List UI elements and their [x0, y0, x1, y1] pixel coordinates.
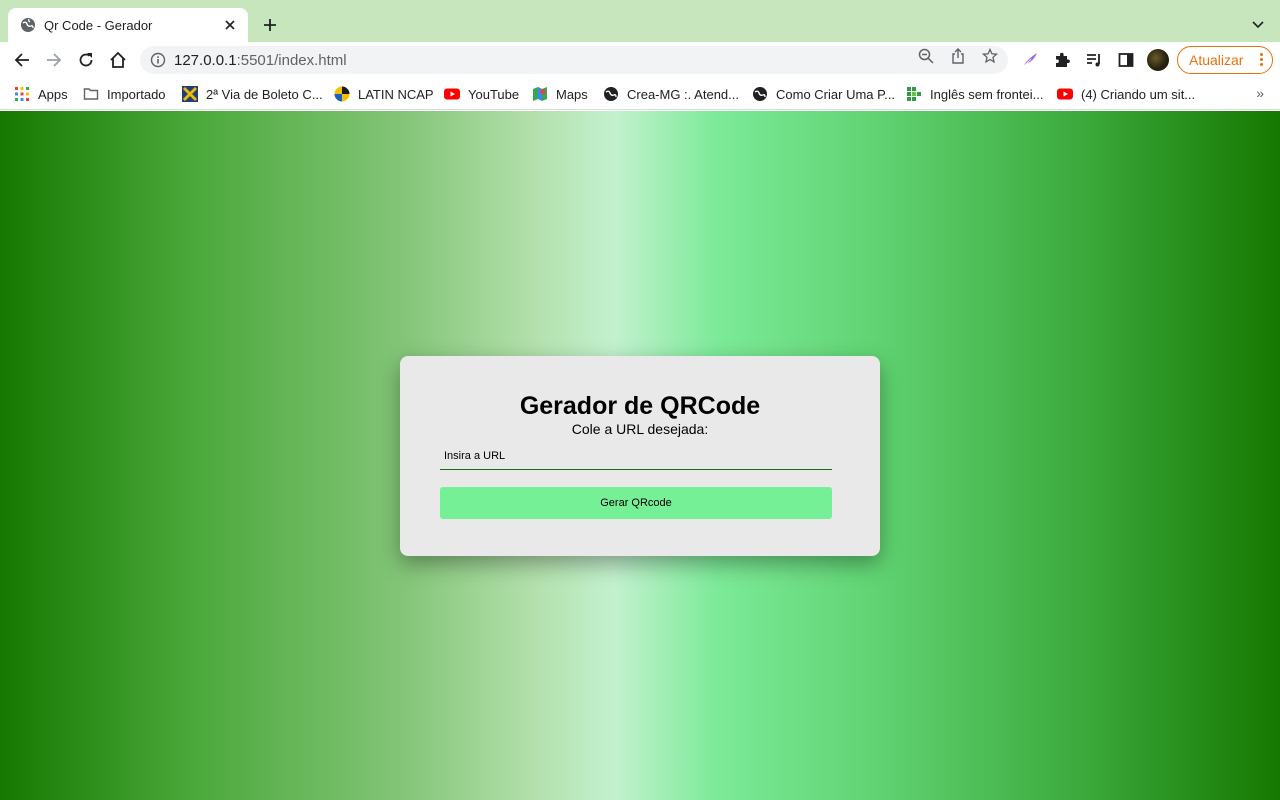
tab-title: Qr Code - Gerador: [44, 17, 153, 33]
new-tab-button[interactable]: [258, 13, 282, 37]
globe-icon: [20, 17, 36, 33]
bookmark-label: LATIN NCAP: [358, 86, 434, 102]
globe-icon: [752, 86, 768, 102]
youtube-icon: [444, 86, 460, 102]
ingles-icon: [906, 86, 922, 102]
reload-button[interactable]: [72, 46, 100, 74]
update-label: Atualizar: [1189, 52, 1244, 68]
media-queue-icon[interactable]: [1084, 50, 1104, 70]
bookmark-label: Importado: [107, 86, 166, 102]
bookmark-ingles[interactable]: Inglês sem frontei...: [906, 85, 1043, 103]
share-icon[interactable]: [950, 48, 966, 64]
bookmark-criando-site[interactable]: (4) Criando um sit...: [1057, 85, 1195, 103]
globe-icon: [603, 86, 619, 102]
close-icon[interactable]: [222, 17, 238, 33]
url-input[interactable]: [440, 443, 832, 470]
bookmark-como-criar[interactable]: Como Criar Uma P...: [752, 85, 895, 103]
bookmark-label: Maps: [556, 86, 588, 102]
zoom-icon[interactable]: [918, 48, 934, 64]
address-bar[interactable]: 127.0.0.1:5501/index.html: [140, 46, 1008, 74]
boleto-icon: [182, 86, 198, 102]
page-subtitle: Cole a URL desejada:: [571, 421, 709, 437]
browser-toolbar: 127.0.0.1:5501/index.html Atualizar: [0, 42, 1280, 78]
bookmark-latin-ncap[interactable]: LATIN NCAP: [334, 85, 434, 103]
info-icon[interactable]: [150, 52, 166, 68]
home-button[interactable]: [104, 46, 132, 74]
bookmark-label: 2ª Via de Boleto C...: [206, 86, 323, 102]
bookmark-label: (4) Criando um sit...: [1081, 86, 1196, 102]
chevron-double-right-icon[interactable]: »: [1256, 85, 1264, 101]
bookmark-crea-mg[interactable]: Crea-MG :. Atend...: [603, 85, 739, 103]
bookmark-label: Crea-MG :. Atend...: [627, 86, 739, 102]
url-path: :5501/index.html: [236, 51, 347, 69]
url-text: 127.0.0.1:5501/index.html: [174, 52, 347, 69]
side-panel-icon[interactable]: [1116, 50, 1136, 70]
tab-strip: Qr Code - Gerador: [0, 0, 1280, 42]
maps-icon: [532, 86, 548, 102]
arrow-right-icon: [47, 53, 62, 67]
qr-generator-card: Gerador de QRCode Cole a URL desejada: G…: [400, 356, 880, 556]
bookmark-label: Como Criar Uma P...: [776, 86, 895, 102]
bookmark-maps[interactable]: Maps: [532, 85, 588, 103]
generate-qrcode-button[interactable]: Gerar QRcode: [440, 487, 832, 519]
url-host: 127.0.0.1: [174, 51, 237, 69]
bookmark-importado[interactable]: Importado: [83, 85, 166, 103]
update-button[interactable]: Atualizar: [1177, 46, 1273, 74]
bookmark-label: Inglês sem frontei...: [930, 86, 1044, 102]
avatar[interactable]: [1147, 49, 1169, 71]
home-icon: [110, 51, 126, 68]
chevron-down-icon: [1252, 21, 1264, 29]
back-button[interactable]: [8, 46, 36, 74]
arrow-left-icon: [14, 53, 29, 67]
latin-ncap-icon: [334, 86, 350, 102]
bookmark-label: Apps: [38, 86, 68, 102]
bookmark-apps[interactable]: Apps: [14, 85, 68, 103]
feather-extension-icon[interactable]: [1020, 50, 1040, 70]
apps-grid-icon: [14, 86, 30, 102]
bookmark-star-icon[interactable]: [982, 48, 998, 64]
browser-tab[interactable]: Qr Code - Gerador: [8, 8, 248, 42]
puzzle-extensions-icon[interactable]: [1052, 50, 1072, 70]
plus-icon: [264, 19, 276, 31]
page-viewport: Gerador de QRCode Cole a URL desejada: G…: [0, 111, 1280, 800]
page-title: Gerador de QRCode: [519, 392, 761, 420]
folder-icon: [83, 86, 99, 102]
youtube-icon: [1057, 86, 1073, 102]
bookmark-label: YouTube: [468, 86, 520, 102]
forward-button[interactable]: [40, 46, 68, 74]
bookmark-youtube[interactable]: YouTube: [444, 85, 519, 103]
tab-search-button[interactable]: [1246, 13, 1270, 37]
more-vert-icon: [1260, 53, 1263, 66]
reload-icon: [79, 53, 93, 67]
bookmarks-bar: Apps Importado 2ª Via de Boleto C... LAT…: [0, 78, 1280, 110]
bookmark-boleto[interactable]: 2ª Via de Boleto C...: [182, 85, 323, 103]
